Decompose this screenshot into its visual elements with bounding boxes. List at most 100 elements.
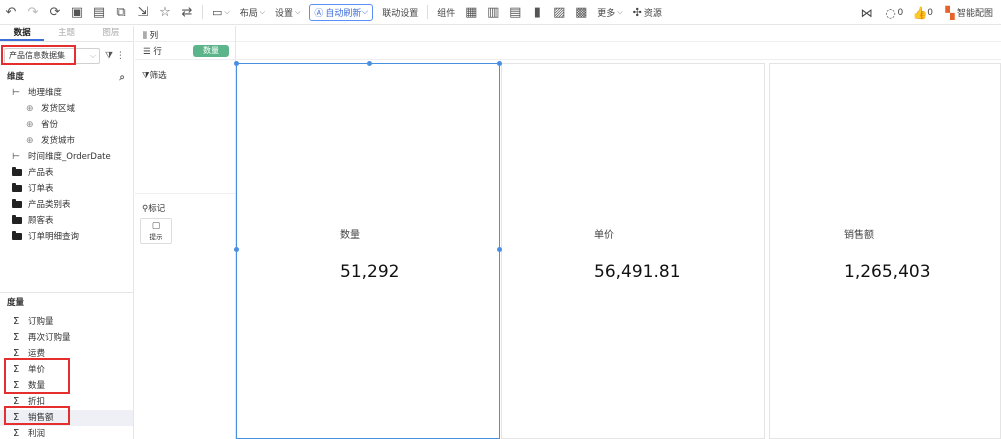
save-as-icon[interactable]: ▤ — [88, 1, 110, 23]
dimension-item[interactable]: 产品类别表 — [0, 197, 133, 213]
dataset-tools[interactable]: ⧩ ⋮ — [105, 51, 125, 61]
dimension-item[interactable]: 顾客表 — [0, 213, 133, 229]
folder-icon — [12, 213, 22, 229]
resize-handle[interactable] — [497, 247, 502, 252]
settings-menu[interactable]: 设置 ⌵ — [270, 1, 305, 23]
dimension-label: 产品类别表 — [28, 200, 71, 210]
comment-button[interactable]: ◌ 0 — [882, 2, 906, 24]
resize-handle[interactable] — [367, 61, 372, 66]
auto-refresh-button[interactable]: Ⓐ 自动刷新 ⌵ — [309, 3, 374, 21]
like-count: 0 — [927, 7, 933, 18]
search-icon[interactable]: ⌕ — [119, 70, 125, 85]
measure-item[interactable]: Σ 再次订购量 — [0, 330, 133, 346]
crosstab-icon[interactable]: ▥ — [482, 1, 504, 23]
tab-data[interactable]: 数据 — [0, 26, 45, 41]
smart-chart-label: 智能配图 — [956, 9, 993, 19]
kpi-name: 销售额 — [844, 230, 874, 241]
share-button[interactable]: ⋈ — [858, 2, 876, 24]
kpi-value: 51,292 — [340, 262, 400, 282]
star-icon[interactable]: ☆ — [154, 1, 176, 23]
resize-handle[interactable] — [497, 61, 502, 66]
dimension-item[interactable]: 订单表 — [0, 181, 133, 197]
dataset-row: 产品信息数据集 ⌵ ⧩ ⋮ — [0, 42, 133, 70]
bar-chart-icon[interactable]: ▮ — [526, 1, 548, 23]
filter-settings-icon: ⧩ — [105, 51, 114, 61]
more-menu[interactable]: 更多 ⌵ — [592, 1, 627, 23]
linkage-settings-button[interactable]: 联动设置 — [377, 1, 423, 23]
auto-refresh-icon: Ⓐ — [314, 8, 324, 19]
dimension-item[interactable]: 订单明细查询 — [0, 229, 133, 245]
dimensions-title: 维度 ⌕ — [0, 70, 133, 85]
puzzle-icon: ✣ — [632, 5, 642, 19]
kpi-card[interactable]: 单价 56,491.81 — [501, 63, 765, 439]
columns-shelf[interactable]: ⫼ 列 — [135, 26, 1001, 42]
dimension-label: 发货城市 — [41, 136, 76, 146]
settings-label: 设置 — [275, 8, 294, 19]
canvas: 数量 51,292 单价 56,491.81 销售额 1,265,403 — [234, 60, 1001, 439]
dimension-label: 订单表 — [28, 184, 54, 194]
refresh-icon[interactable]: ⟳ — [44, 1, 66, 23]
kpi-card[interactable]: 数量 51,292 — [236, 63, 500, 439]
text-icon[interactable]: ▩ — [570, 1, 592, 23]
highlight-box — [4, 358, 70, 394]
share-icon: ⋈ — [860, 5, 873, 20]
resize-handle[interactable] — [234, 61, 239, 66]
tooltip-button[interactable]: ▢ 提示 — [140, 218, 172, 244]
dimension-item[interactable]: ⊢ 地理维度 — [0, 85, 133, 101]
export-icon[interactable]: ⇲ — [132, 1, 154, 23]
tab-layers[interactable]: 图层 — [89, 26, 133, 41]
chevron-down-icon: ⌵ — [224, 7, 230, 16]
measure-label: 订购量 — [28, 317, 54, 327]
sigma-icon: Σ — [13, 332, 20, 343]
comment-count: 0 — [897, 7, 904, 18]
save-icon[interactable]: ▣ — [66, 1, 88, 23]
toolbar: ↶ ↷ ⟳ ▣ ▤ ⧉ ⇲ ☆ ⇄ ▭ ⌵ 布局 ⌵ 设置 ⌵ Ⓐ 自动刷新 ⌵ 联动设置… — [0, 0, 1001, 25]
redo-icon[interactable]: ↷ — [22, 1, 44, 23]
dimension-label: 地理维度 — [28, 88, 63, 98]
globe-icon: ⊕ — [26, 104, 34, 114]
highlight-box — [1, 45, 76, 65]
dimension-item[interactable]: ⊕ 发货区域 — [0, 101, 133, 117]
monitor-icon: ▭ — [212, 5, 223, 19]
layout-menu[interactable]: 布局 ⌵ — [235, 1, 270, 23]
table-icon[interactable]: ▦ — [460, 1, 482, 23]
switch-icon[interactable]: ⇄ — [176, 1, 198, 23]
chevron-down-icon: ⌵ — [361, 7, 369, 17]
kpi-name: 数量 — [340, 230, 360, 241]
measure-item[interactable]: Σ 订购量 — [0, 314, 133, 330]
layout-label: 布局 — [239, 8, 258, 19]
dimension-item[interactable]: ⊢ 时间维度_OrderDate — [0, 149, 133, 165]
hierarchy-icon: ⊢ — [12, 152, 20, 162]
measure-item[interactable]: Σ 利润 — [0, 426, 133, 439]
rows-shelf[interactable]: ☰ 行 数量 — [135, 42, 1001, 60]
resource-button[interactable]: ✣ 资源 — [628, 1, 667, 23]
image-icon[interactable]: ▨ — [548, 1, 570, 23]
kpi-card[interactable]: 销售额 1,265,403 — [769, 63, 1001, 439]
divider — [427, 5, 429, 19]
globe-icon: ⊕ — [26, 120, 34, 130]
dimension-label: 产品表 — [28, 168, 54, 178]
tab-theme[interactable]: 主题 — [44, 26, 88, 41]
dimension-label: 顾客表 — [28, 216, 54, 226]
dimension-item[interactable]: ⊕ 发货城市 — [0, 133, 133, 149]
like-button[interactable]: 👍 0 — [911, 2, 935, 24]
grid-icon[interactable]: ▤ — [504, 1, 526, 23]
comment-icon: ◌ — [885, 5, 896, 20]
dimension-item[interactable]: ⊕ 省份 — [0, 117, 133, 133]
dimension-item[interactable]: 产品表 — [0, 165, 133, 181]
folder-icon — [12, 181, 22, 197]
smart-chart-button[interactable]: ▚ 智能配图 — [941, 2, 995, 24]
measure-label: 利润 — [28, 429, 46, 439]
filter-text: 筛选 — [149, 71, 167, 81]
filter-shelf[interactable]: ⧩筛选 — [142, 69, 167, 81]
resize-handle[interactable] — [234, 247, 239, 252]
more-vertical-icon: ⋮ — [115, 51, 125, 61]
sigma-icon: Σ — [13, 428, 20, 439]
undo-icon[interactable]: ↶ — [0, 1, 22, 23]
chevron-down-icon: ⌵ — [89, 51, 96, 60]
folder-icon — [12, 197, 22, 213]
kpi-name: 单价 — [594, 230, 614, 241]
smart-chart-icon: ▚ — [945, 5, 955, 20]
preview-icon[interactable]: ⧉ — [110, 1, 132, 23]
screen-menu[interactable]: ▭ ⌵ — [207, 1, 235, 23]
